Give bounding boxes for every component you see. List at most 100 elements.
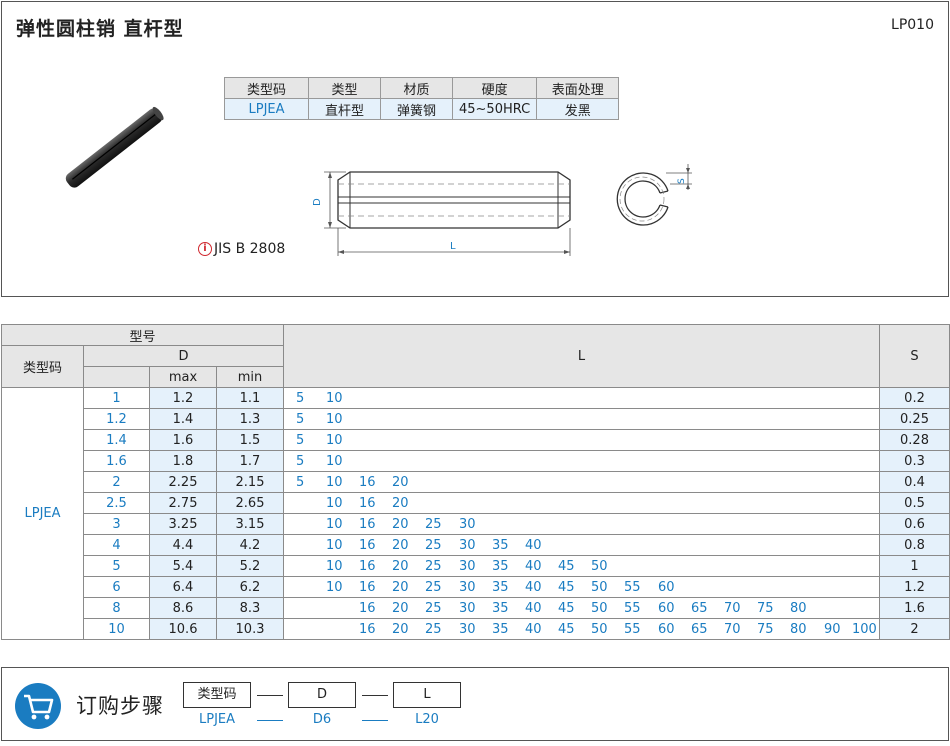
- l-value[interactable]: 70: [724, 622, 741, 637]
- l-value[interactable]: 20: [392, 580, 409, 595]
- l-value[interactable]: 65: [691, 622, 708, 637]
- l-value[interactable]: 35: [492, 538, 509, 553]
- l-value[interactable]: 10: [326, 517, 343, 532]
- l-value[interactable]: 70: [724, 601, 741, 616]
- l-value[interactable]: 50: [591, 601, 608, 616]
- row-size[interactable]: 4: [83, 534, 150, 556]
- l-value[interactable]: 16: [359, 517, 376, 532]
- l-value[interactable]: 5: [296, 475, 304, 490]
- l-value[interactable]: 10: [326, 454, 343, 469]
- l-value[interactable]: 50: [591, 559, 608, 574]
- order-field-l: L: [393, 682, 461, 708]
- row-size[interactable]: 10: [83, 618, 150, 640]
- l-value[interactable]: 65: [691, 601, 708, 616]
- l-value[interactable]: 5: [296, 454, 304, 469]
- l-value[interactable]: 10: [326, 538, 343, 553]
- row-size[interactable]: 5: [83, 555, 150, 577]
- spec-header-typecode: 类型码: [224, 77, 309, 99]
- l-value[interactable]: 16: [359, 622, 376, 637]
- l-value[interactable]: 90: [824, 622, 841, 637]
- l-value[interactable]: 50: [591, 580, 608, 595]
- l-value[interactable]: 80: [790, 601, 807, 616]
- l-value[interactable]: 25: [425, 622, 442, 637]
- l-value[interactable]: 45: [558, 559, 575, 574]
- row-size[interactable]: 2: [83, 471, 150, 493]
- l-value[interactable]: 40: [525, 559, 542, 574]
- l-value[interactable]: 25: [425, 559, 442, 574]
- row-size[interactable]: 1: [83, 387, 150, 409]
- l-value[interactable]: 16: [359, 559, 376, 574]
- row-typecode[interactable]: LPJEA: [1, 387, 84, 640]
- l-value[interactable]: 55: [624, 580, 641, 595]
- l-value[interactable]: 10: [326, 580, 343, 595]
- l-value[interactable]: 20: [392, 538, 409, 553]
- l-value[interactable]: 55: [624, 601, 641, 616]
- l-value[interactable]: 60: [658, 601, 675, 616]
- l-value[interactable]: 20: [392, 517, 409, 532]
- l-value[interactable]: 35: [492, 559, 509, 574]
- row-size[interactable]: 1.6: [83, 450, 150, 472]
- l-value[interactable]: 80: [790, 622, 807, 637]
- l-value[interactable]: 10: [326, 412, 343, 427]
- l-value[interactable]: 35: [492, 622, 509, 637]
- l-value[interactable]: 16: [359, 580, 376, 595]
- l-value[interactable]: 45: [558, 622, 575, 637]
- l-value[interactable]: 20: [392, 496, 409, 511]
- row-s: 0.2: [879, 387, 950, 409]
- l-value[interactable]: 16: [359, 496, 376, 511]
- l-value[interactable]: 45: [558, 580, 575, 595]
- row-size[interactable]: 1.4: [83, 429, 150, 451]
- l-value[interactable]: 5: [296, 433, 304, 448]
- l-value[interactable]: 35: [492, 580, 509, 595]
- l-value[interactable]: 25: [425, 517, 442, 532]
- l-value[interactable]: 100: [852, 622, 877, 637]
- l-value[interactable]: 45: [558, 601, 575, 616]
- l-value[interactable]: 30: [459, 580, 476, 595]
- l-value[interactable]: 10: [326, 496, 343, 511]
- row-size[interactable]: 1.2: [83, 408, 150, 430]
- l-value[interactable]: 75: [757, 622, 774, 637]
- l-value[interactable]: 35: [492, 601, 509, 616]
- l-value[interactable]: 16: [359, 538, 376, 553]
- l-value[interactable]: 40: [525, 622, 542, 637]
- l-value[interactable]: 16: [359, 475, 376, 490]
- row-l-values: 10 16 20 25 30: [283, 513, 881, 535]
- l-value[interactable]: 10: [326, 559, 343, 574]
- l-value[interactable]: 10: [326, 391, 343, 406]
- l-value[interactable]: 25: [425, 538, 442, 553]
- row-size[interactable]: 3: [83, 513, 150, 535]
- row-size[interactable]: 6: [83, 576, 150, 598]
- l-value[interactable]: 5: [296, 391, 304, 406]
- order-example-d: D6: [312, 712, 332, 727]
- l-value[interactable]: 40: [525, 580, 542, 595]
- l-value[interactable]: 20: [392, 622, 409, 637]
- l-value[interactable]: 40: [525, 538, 542, 553]
- row-size[interactable]: 8: [83, 597, 150, 619]
- l-value[interactable]: 30: [459, 622, 476, 637]
- l-value[interactable]: 20: [392, 559, 409, 574]
- l-value[interactable]: 30: [459, 559, 476, 574]
- spec-value-typecode[interactable]: LPJEA: [224, 98, 309, 120]
- l-value[interactable]: 25: [425, 580, 442, 595]
- spec-header-surface: 表面处理: [536, 77, 620, 99]
- cart-icon: [15, 683, 61, 729]
- l-value[interactable]: 20: [392, 601, 409, 616]
- l-value[interactable]: 25: [425, 601, 442, 616]
- l-value[interactable]: 30: [459, 517, 476, 532]
- l-value[interactable]: 75: [757, 601, 774, 616]
- l-value[interactable]: 30: [459, 601, 476, 616]
- l-value[interactable]: 55: [624, 622, 641, 637]
- l-value[interactable]: 60: [658, 580, 675, 595]
- row-l-values: 5 10: [283, 450, 881, 472]
- l-value[interactable]: 30: [459, 538, 476, 553]
- l-value[interactable]: 20: [392, 475, 409, 490]
- order-connector: [362, 695, 388, 696]
- l-value[interactable]: 10: [326, 433, 343, 448]
- l-value[interactable]: 60: [658, 622, 675, 637]
- l-value[interactable]: 10: [326, 475, 343, 490]
- l-value[interactable]: 40: [525, 601, 542, 616]
- row-size[interactable]: 2.5: [83, 492, 150, 514]
- l-value[interactable]: 50: [591, 622, 608, 637]
- l-value[interactable]: 16: [359, 601, 376, 616]
- l-value[interactable]: 5: [296, 412, 304, 427]
